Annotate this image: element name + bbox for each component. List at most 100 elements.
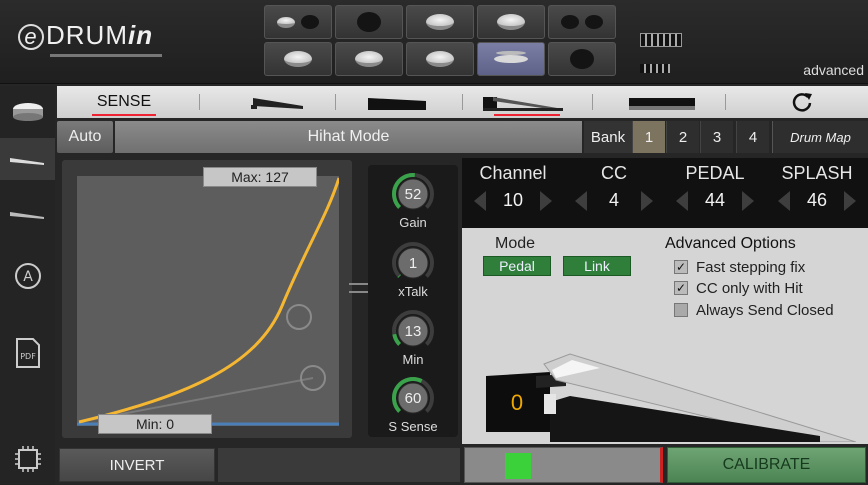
splash-decrement-icon[interactable]: [778, 190, 790, 211]
mode-link-button[interactable]: Link: [563, 256, 631, 276]
always-send-closed-option[interactable]: Always Send Closed: [674, 301, 834, 319]
sidebar-pedal-alt-button[interactable]: [0, 192, 55, 234]
hihat-icon: [494, 55, 528, 63]
midi-settings: Channel 10 CC 4 PEDAL 44 SPLASH 46: [462, 158, 868, 228]
usb-port-icon: [640, 64, 670, 73]
pedal-icon: [368, 98, 426, 110]
hihat-pedal-icon: [483, 97, 563, 111]
s-sense-label: S Sense: [388, 419, 438, 434]
gain-knob[interactable]: 52: [390, 171, 436, 217]
pedal-note-control: PEDAL 44: [674, 158, 756, 228]
pedal-increment-icon[interactable]: [742, 190, 754, 211]
auto-button[interactable]: Auto: [57, 121, 113, 153]
pedal-position-value: 0: [510, 390, 524, 415]
snare-icon: [277, 16, 295, 28]
s-sense-knob[interactable]: 60: [390, 375, 436, 421]
cc-decrement-icon[interactable]: [575, 190, 587, 211]
bank-button-3[interactable]: 3: [700, 121, 733, 153]
hihat-pedal-illustration: [486, 353, 856, 442]
sidebar-pad-button[interactable]: [0, 90, 55, 132]
splash-increment-icon[interactable]: [844, 190, 856, 211]
cc-increment-icon[interactable]: [640, 190, 653, 211]
midi-port-icon: [640, 33, 682, 47]
input-level-meter: [464, 447, 663, 483]
xtalk-knob[interactable]: 1: [390, 240, 436, 286]
min-knob[interactable]: 13: [390, 308, 436, 354]
sidebar-pdf-button[interactable]: PDF: [0, 332, 55, 374]
min-value: 13: [404, 322, 422, 340]
curve-line: [78, 177, 339, 424]
input-mode-title[interactable]: Hihat Mode: [115, 121, 582, 153]
pedal-icon: [251, 98, 303, 109]
cc-only-hit-label: CC only with Hit: [696, 279, 803, 297]
pad-5[interactable]: [548, 5, 616, 39]
pad-2[interactable]: [335, 5, 403, 39]
bank-button-2[interactable]: 2: [666, 121, 699, 153]
flat-pedal-icon: [629, 98, 695, 110]
max-label[interactable]: Max: 127: [203, 167, 317, 187]
refresh-icon: [792, 93, 812, 112]
level-indicator: [505, 453, 531, 479]
edrumin-app: e DRUMin advanced A PDF SENSE Auto Hihat…: [0, 0, 868, 485]
checkbox-unchecked-icon[interactable]: [674, 303, 688, 317]
pad-grid: [264, 5, 616, 76]
sidebar-pedal-button[interactable]: [0, 138, 55, 180]
left-sidebar: A PDF: [0, 86, 55, 485]
s-sense-value: 60: [404, 389, 422, 407]
pad-4[interactable]: [477, 5, 545, 39]
curve-handle-upper[interactable]: [286, 304, 312, 330]
mode-pedal-button[interactable]: Pedal: [483, 256, 551, 276]
channel-decrement-icon[interactable]: [474, 190, 486, 211]
pedal-decrement-icon[interactable]: [676, 190, 688, 211]
splash-title: SPLASH: [781, 163, 853, 183]
pad-1[interactable]: [264, 5, 332, 39]
tab-separator: [725, 94, 726, 110]
cc-only-hit-option[interactable]: ✓ CC only with Hit: [674, 279, 803, 297]
bank-button-1[interactable]: 1: [632, 121, 665, 153]
channel-increment-icon[interactable]: [540, 190, 552, 211]
sidebar-midi-button[interactable]: A: [0, 256, 55, 296]
gain-knob-group: 52 Gain: [368, 171, 458, 230]
drum-map-button[interactable]: Drum Map: [772, 121, 868, 153]
advanced-mode-label[interactable]: advanced: [803, 62, 864, 78]
bank-button-4[interactable]: 4: [736, 121, 769, 153]
pad-8[interactable]: [406, 42, 474, 76]
reset-button[interactable]: [777, 86, 827, 118]
a-circle-icon: A: [14, 263, 41, 289]
invert-button[interactable]: INVERT: [59, 448, 215, 482]
gain-value: 52: [404, 185, 422, 203]
svg-text:A: A: [23, 269, 33, 285]
settings-tabs: SENSE: [57, 86, 868, 118]
tab-pedal-2[interactable]: [357, 86, 437, 118]
velocity-curve[interactable]: [77, 176, 339, 426]
top-bar: e DRUMin advanced: [0, 0, 868, 84]
pad-7[interactable]: [335, 42, 403, 76]
pad-dot-icon: [561, 15, 579, 29]
tab-pedal-1[interactable]: [232, 86, 322, 118]
logo: e DRUMin: [18, 20, 153, 51]
pad-9-hihat[interactable]: [477, 42, 545, 76]
tab-pedal-4[interactable]: [622, 86, 702, 118]
pdf-icon: PDF: [15, 338, 40, 368]
splash-value: 46: [806, 190, 828, 210]
drum-icon: [426, 51, 454, 67]
channel-control: Channel 10: [472, 158, 554, 228]
svg-text:PDF: PDF: [20, 352, 36, 361]
tab-selected-underline: [494, 114, 560, 116]
pad-3[interactable]: [406, 5, 474, 39]
sidebar-chip-button[interactable]: [0, 438, 55, 480]
tab-separator: [592, 94, 593, 110]
channel-value: 10: [502, 190, 524, 210]
drum-icon: [497, 14, 525, 30]
checkbox-checked-icon[interactable]: ✓: [674, 281, 688, 295]
min-label[interactable]: Min: 0: [98, 414, 212, 434]
calibrate-button[interactable]: CALIBRATE: [667, 447, 866, 483]
chip-icon: [14, 446, 41, 472]
checkbox-checked-icon[interactable]: ✓: [674, 260, 688, 274]
drum-icon: [284, 51, 312, 67]
fast-stepping-option[interactable]: ✓ Fast stepping fix: [674, 258, 805, 276]
pad-6[interactable]: [264, 42, 332, 76]
drum-icon: [426, 14, 454, 30]
pedal-note-value: 44: [704, 190, 726, 210]
pad-10[interactable]: [548, 42, 616, 76]
